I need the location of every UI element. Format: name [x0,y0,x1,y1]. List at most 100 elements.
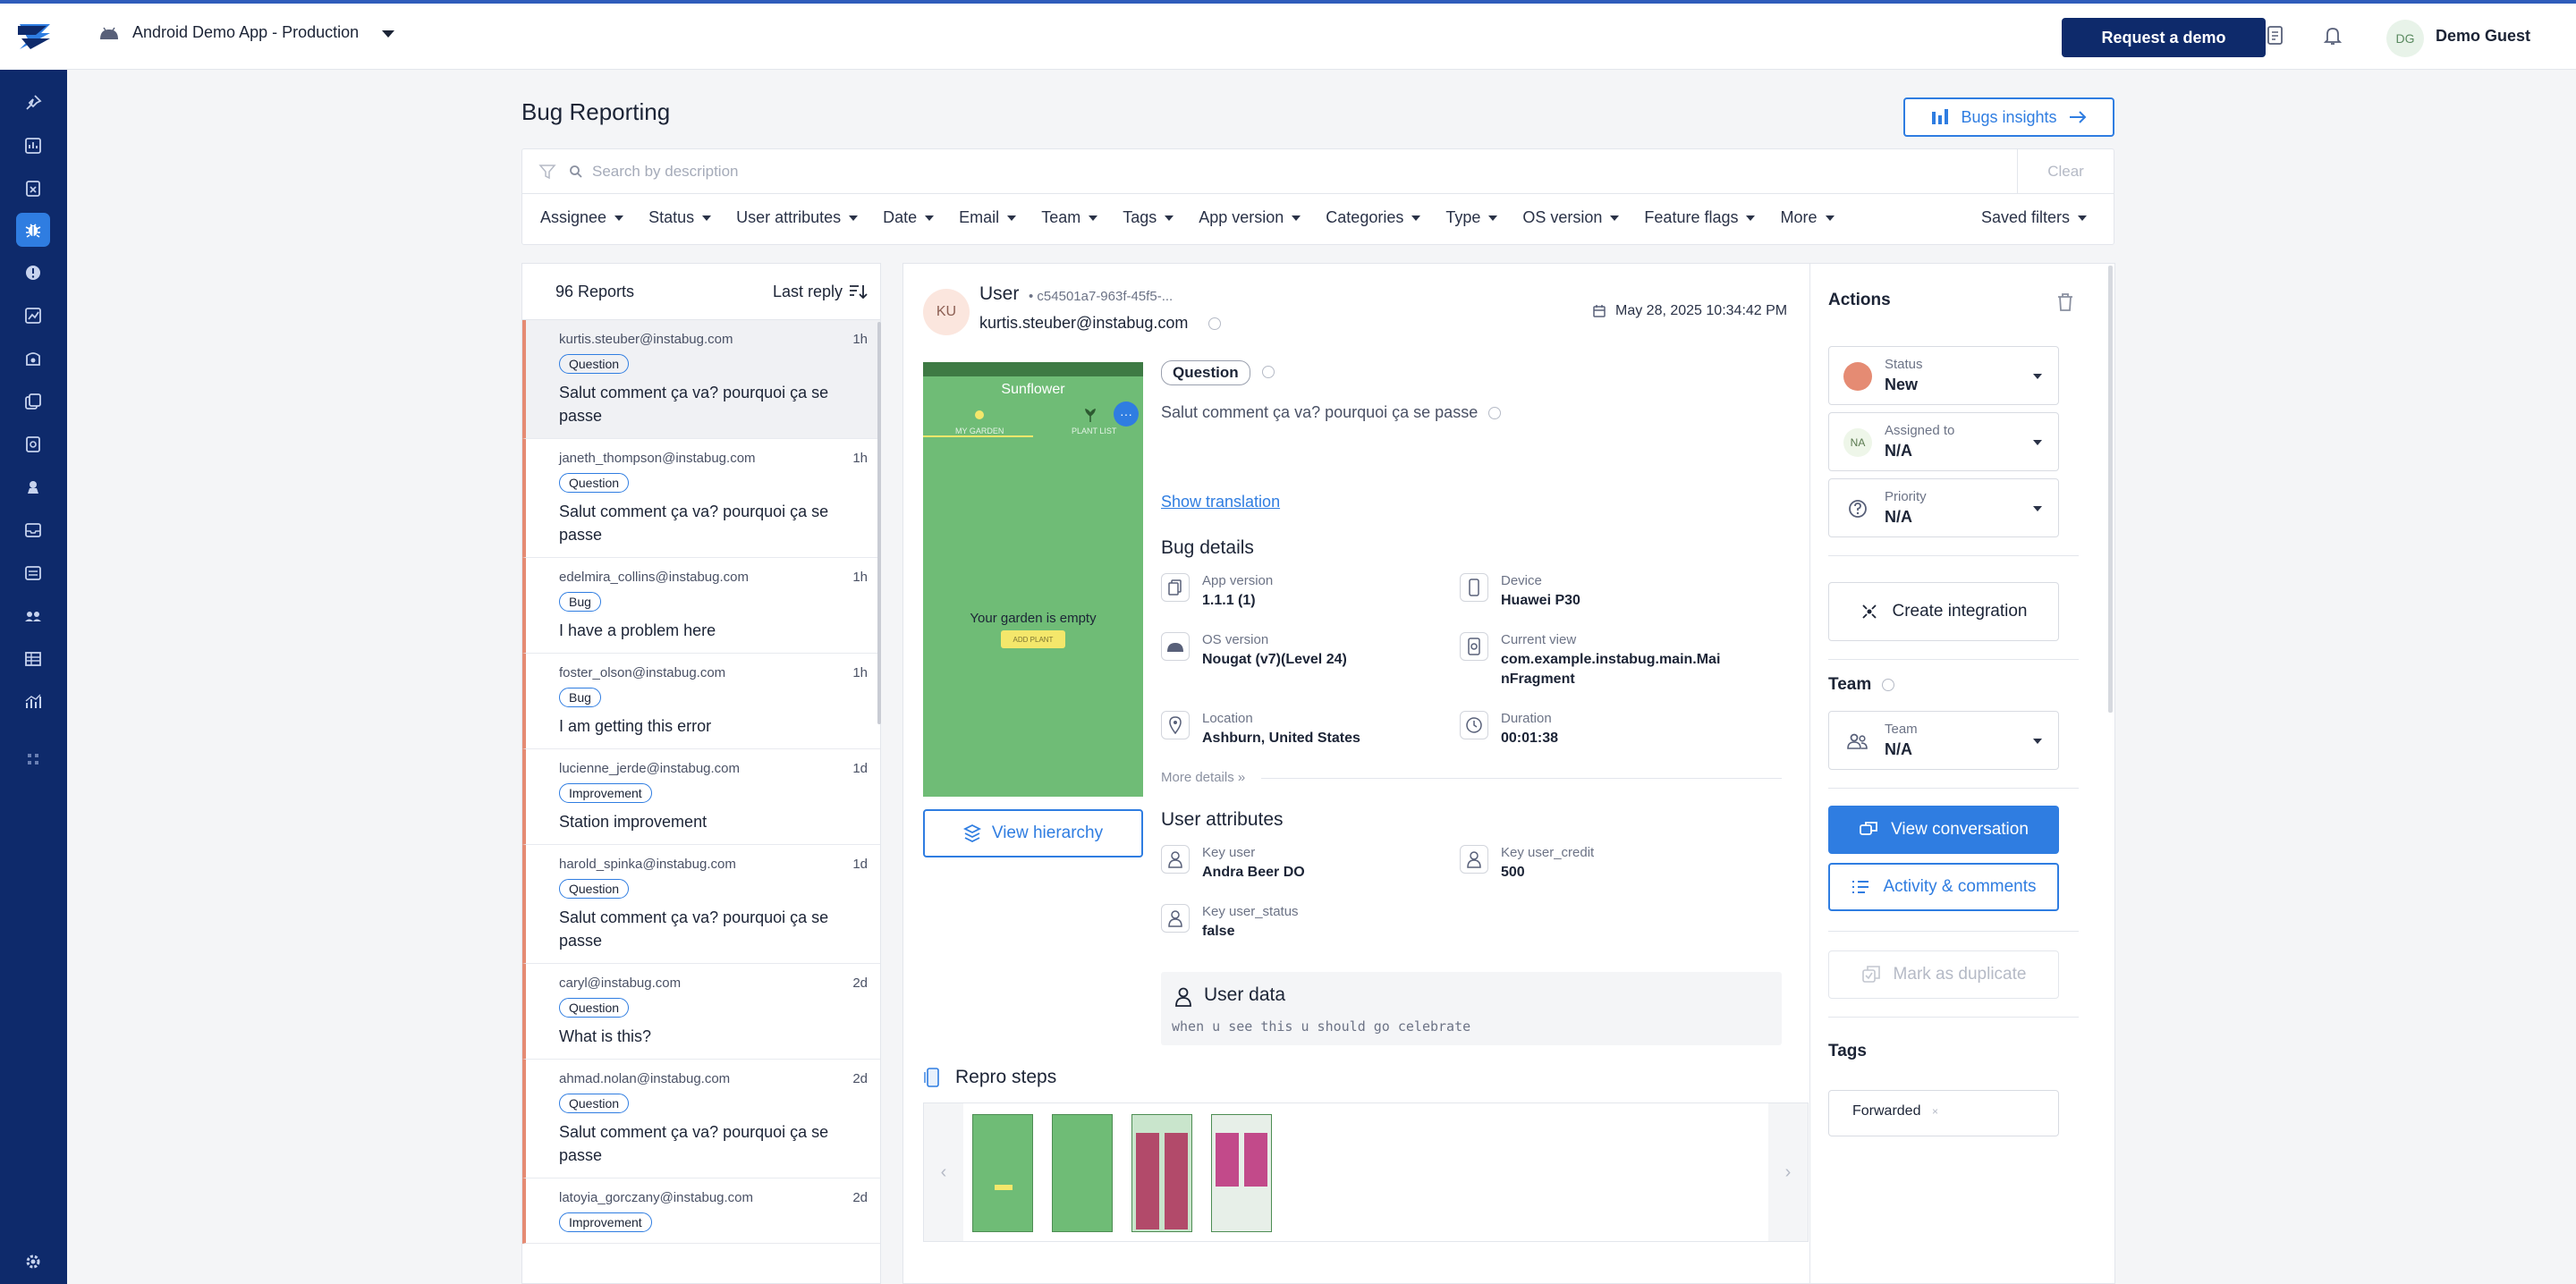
filter-categories[interactable]: Categories [1326,208,1421,227]
report-time: 1h [852,451,868,466]
list-item[interactable]: edelmira_collins@instabug.com 1h Bug I have… [522,558,880,654]
user-data-panel: User data when u see this u should go ce… [1161,972,1782,1045]
bug-icon[interactable] [16,213,50,247]
chevron-left-icon[interactable]: ‹ [924,1103,963,1241]
filter-date[interactable]: Date [883,208,935,227]
assignee-dropdown[interactable]: NA Assigned to N/A [1828,412,2059,471]
user-email: kurtis.steuber@instabug.com [979,314,1222,333]
crash-icon[interactable] [16,172,50,206]
repro-thumbnail[interactable] [1211,1114,1272,1232]
user-label: User [979,283,1020,304]
list-item[interactable]: foster_olson@instabug.com 1h Bug I am getti… [522,654,880,749]
instabug-logo[interactable] [0,4,67,70]
user-attribute-key: Key user [1202,845,1256,860]
document-icon[interactable] [2266,25,2289,48]
activity-comments-button[interactable]: Activity & comments [1828,863,2059,911]
repro-steps-icon [924,1068,939,1087]
view-hierarchy-button[interactable]: View hierarchy [923,809,1143,857]
team-icon[interactable] [16,599,50,633]
clear-button[interactable]: Clear [2017,149,2114,194]
repro-thumbnail[interactable] [1052,1114,1113,1232]
chevron-down-icon [1007,215,1017,221]
info-icon[interactable] [1881,678,1894,691]
settings-list-icon[interactable] [16,556,50,590]
filter-tags[interactable]: Tags [1123,208,1174,227]
bell-icon[interactable] [2323,25,2346,48]
user-name[interactable]: Demo Guest [2436,27,2530,46]
filter-app-version[interactable]: App version [1199,208,1301,227]
avatar[interactable]: DG [2386,20,2424,57]
category-badge[interactable]: Question [1161,360,1250,385]
search-input[interactable]: Search by description [592,163,738,181]
filter-email[interactable]: Email [959,208,1017,227]
repro-thumbnail[interactable] [972,1114,1033,1232]
view-hierarchy-label: View hierarchy [991,824,1104,842]
reports-list: 96 Reports Last reply kurtis.steuber@ins… [521,263,881,1284]
chevron-right-icon[interactable]: › [1768,1103,1808,1241]
list-item[interactable]: lucienne_jerde@instabug.com 1d Improvement… [522,749,880,845]
priority-dropdown[interactable]: Priority N/A [1828,478,2059,537]
info-icon[interactable] [1262,366,1275,378]
apm-icon[interactable] [16,299,50,333]
category-badge: Bug [559,592,601,612]
status-label: Status [1885,357,1923,372]
category-badge: Question [559,354,630,374]
filter-status[interactable]: Status [648,208,712,227]
mark-duplicate-button[interactable]: Mark as duplicate [1828,950,2059,999]
filter-funnel-icon[interactable] [538,163,556,181]
app-switcher[interactable]: Android Demo App - Production [98,23,395,42]
filter-team[interactable]: Team [1041,208,1098,227]
sort-dropdown[interactable]: Last reply [773,283,868,301]
list-item[interactable]: kurtis.steuber@instabug.com 1h Question Sal… [522,320,880,439]
request-demo-button[interactable]: Request a demo [2062,18,2266,57]
analytics-icon[interactable] [16,685,50,719]
inbox-icon[interactable] [16,513,50,547]
more-details-link[interactable]: More details » [1161,770,1245,785]
list-item[interactable]: janeth_thompson@instabug.com 1h Question Sa… [522,439,880,558]
user-attribute-item: Key user Andra Beer DO [1161,845,1305,883]
info-icon[interactable] [1208,317,1222,331]
tags-input[interactable]: Forwarded × [1828,1090,2059,1136]
detail-scrollbar[interactable] [2108,266,2113,713]
session-icon[interactable] [16,342,50,376]
filter-user-attributes[interactable]: User attributes [736,208,859,227]
chevron-down-icon [382,23,395,42]
table-icon[interactable] [16,642,50,676]
bug-screenshot[interactable]: Sunflower MY GARDEN PLANT LIST ··· Your … [923,362,1143,797]
show-translation-link[interactable]: Show translation [1161,493,1280,511]
info-icon[interactable] [1488,406,1502,419]
list-item[interactable]: caryl@instabug.com 2d Question What is this… [522,964,880,1060]
survey-icon[interactable] [16,427,50,461]
release-icon[interactable] [16,384,50,418]
filter-type[interactable]: Type [1445,208,1498,227]
tag-chip[interactable]: Forwarded × [1852,1103,1938,1119]
apps-icon[interactable] [16,742,50,776]
status-dropdown[interactable]: Status New [1828,346,2059,405]
close-icon[interactable]: × [1932,1105,1938,1118]
alert-icon[interactable] [16,256,50,290]
list-scrollbar[interactable] [877,322,881,724]
create-integration-button[interactable]: Create integration [1828,582,2059,641]
filter-assignee[interactable]: Assignee [540,208,624,227]
list-item[interactable]: harold_spinka@instabug.com 1d Question Salu… [522,845,880,964]
trash-icon[interactable] [2056,292,2074,312]
list-item[interactable]: ahmad.nolan@instabug.com 2d Question Salut … [522,1060,880,1178]
saved-filters-dropdown[interactable]: Saved filters [1981,208,2087,227]
filter-os-version[interactable]: OS version [1522,208,1620,227]
chevron-down-icon [1746,215,1756,221]
user-id[interactable]: • c54501a7-963f-45f5-... [1029,289,1173,304]
pin-icon[interactable] [16,86,50,120]
list-item[interactable]: latoyia_gorczany@instabug.com 2d Improveme… [522,1178,880,1244]
dashboard-icon[interactable] [16,129,50,163]
user-data-title: User data [1204,984,1286,1005]
filter-more[interactable]: More [1780,208,1835,227]
filter-feature-flags[interactable]: Feature flags [1644,208,1756,227]
user-avatar: KU [923,289,970,335]
view-conversation-button[interactable]: View conversation [1828,806,2059,854]
gear-icon[interactable] [16,1245,50,1279]
bugs-insights-button[interactable]: Bugs insights [1903,97,2114,137]
team-dropdown[interactable]: Team N/A [1828,711,2059,770]
repro-thumbnail[interactable] [1131,1114,1192,1232]
bug-description: Salut comment ça va? pourquoi ça se pass… [1161,403,1502,422]
feature-request-icon[interactable] [16,470,50,504]
